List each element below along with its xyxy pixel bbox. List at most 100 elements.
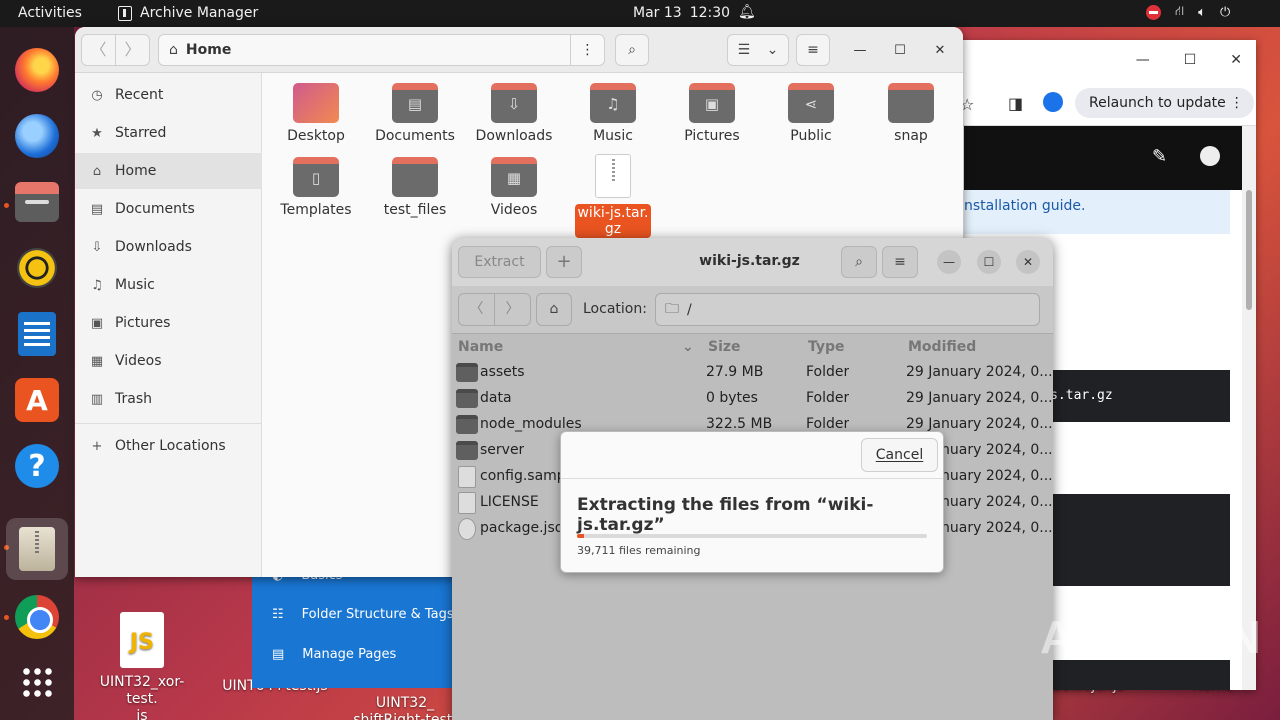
sidebar-item-other-locations[interactable]: + Other Locations xyxy=(75,428,262,464)
folder-pictures[interactable]: ▣ Pictures xyxy=(666,83,758,144)
sidebar-item-pictures[interactable]: ▣ Pictures xyxy=(75,305,262,341)
maximize-icon[interactable]: ☐ xyxy=(1184,52,1197,68)
search-button[interactable]: ⌕ xyxy=(841,246,877,278)
relaunch-to-update-button[interactable]: Relaunch to update xyxy=(1075,88,1254,118)
dock-archive-manager[interactable] xyxy=(6,518,68,580)
side-panel-icon[interactable]: ◨ xyxy=(1008,94,1023,113)
location-field[interactable]: 🗀︎ / xyxy=(655,293,1040,326)
view-toggle[interactable]: ☰ ⌄ xyxy=(727,34,789,66)
folder-music[interactable]: ♫ Music xyxy=(567,83,659,144)
dock-firefox[interactable] xyxy=(12,45,62,95)
wiki-nav-manage-pages[interactable]: ▤ Manage Pages xyxy=(272,647,396,662)
main-menu-button[interactable]: ≡ xyxy=(882,246,918,278)
folder-documents[interactable]: ▤ Documents xyxy=(369,83,461,144)
row-name: config.samp xyxy=(480,468,566,484)
wiki-nav-folder-structure[interactable]: ☷ Folder Structure & Tags xyxy=(272,607,454,622)
system-tray[interactable]: ⛙ 🔈︎ ⏻ xyxy=(1146,4,1230,21)
sidebar-item-music[interactable]: ♫ Music xyxy=(75,267,262,303)
sidebar-item-downloads[interactable]: ⇩ Downloads xyxy=(75,229,262,265)
maximize-button[interactable]: ☐ xyxy=(977,250,1001,274)
desktop-file-uint32-xor-test[interactable]: JS UINT32_xor-test. js xyxy=(86,612,198,720)
activities-button[interactable]: Activities xyxy=(18,5,82,21)
table-row[interactable]: data 0 bytes Folder 29 January 2024, 0..… xyxy=(452,386,1053,412)
folder-videos[interactable]: ▦ Videos xyxy=(468,157,560,218)
help-icon: ? xyxy=(15,444,59,488)
add-files-button[interactable]: + xyxy=(546,246,582,278)
profile-icon[interactable] xyxy=(1043,92,1063,112)
path-bar[interactable]: ⌂ Home ⋮ xyxy=(158,34,605,66)
close-button[interactable]: ✕ xyxy=(930,41,950,61)
search-button[interactable]: ⌕ xyxy=(615,34,649,66)
cancel-button[interactable]: Cancel xyxy=(861,438,938,472)
home-button[interactable]: ⌂ xyxy=(536,293,572,326)
wiki-nav-label: Manage Pages xyxy=(302,647,397,662)
sidebar-item-videos[interactable]: ▦ Videos xyxy=(75,343,262,379)
row-name: LICENSE xyxy=(480,494,539,510)
dock-rhythmbox[interactable] xyxy=(12,243,62,293)
chevron-down-icon: ⌄ xyxy=(766,42,779,58)
sidebar-item-starred[interactable]: ★ Starred xyxy=(75,115,262,151)
edit-page-icon[interactable]: ✎ xyxy=(1152,146,1167,167)
table-row[interactable]: assets 27.9 MB Folder 29 January 2024, 0… xyxy=(452,360,1053,386)
row-size: 322.5 MB xyxy=(706,416,773,432)
power-icon[interactable]: ⏻ xyxy=(1220,5,1230,20)
column-name[interactable]: Name xyxy=(458,339,503,355)
downloads-folder-icon: ⇩ xyxy=(491,83,537,123)
volume-icon[interactable]: 🔈︎ xyxy=(1198,5,1206,20)
recording-stop-icon[interactable] xyxy=(1146,5,1161,20)
folder-public[interactable]: ⋖ Public xyxy=(765,83,857,144)
dock-app-center[interactable]: A xyxy=(12,375,62,425)
close-icon[interactable]: ✕ xyxy=(1230,52,1242,68)
show-apps-icon xyxy=(21,666,53,698)
folder-label: Desktop xyxy=(287,128,345,144)
sort-chevron-icon[interactable]: ⌄ xyxy=(682,339,694,355)
back-button[interactable]: 〈 xyxy=(82,35,116,65)
trash-icon: ▥ xyxy=(90,391,104,407)
account-icon[interactable] xyxy=(1200,146,1220,166)
folder-templates[interactable]: ▯ Templates xyxy=(270,157,362,218)
chrome-scrollbar[interactable] xyxy=(1242,126,1256,690)
path-menu-button[interactable]: ⋮ xyxy=(570,35,604,65)
extract-button[interactable]: Extract xyxy=(458,246,541,278)
sidebar-item-recent[interactable]: ◷ Recent xyxy=(75,77,262,113)
network-icon[interactable]: ⛙ xyxy=(1175,4,1184,21)
notification-bell-icon[interactable]: 🔔︎ xyxy=(738,4,756,20)
main-menu-button[interactable]: ≡ xyxy=(796,34,830,66)
back-button[interactable]: 〈 xyxy=(459,294,495,325)
sidebar-item-trash[interactable]: ▥ Trash xyxy=(75,381,262,417)
row-modified: 29 January 2024, 0... xyxy=(906,416,1053,432)
folder-test-files[interactable]: test_files xyxy=(369,157,461,218)
minimize-button[interactable]: — xyxy=(937,250,961,274)
download-icon: ⇩ xyxy=(91,239,103,255)
wiki-nav-panel: ◐ Basics ☷ Folder Structure & Tags ▤ Man… xyxy=(252,560,457,688)
maximize-button[interactable]: ☐ xyxy=(890,41,910,61)
desktop-folder-icon xyxy=(293,83,339,123)
column-modified[interactable]: Modified xyxy=(908,339,976,355)
column-size[interactable]: Size xyxy=(708,339,741,355)
minimize-button[interactable]: — xyxy=(850,41,870,61)
forward-button[interactable]: 〉 xyxy=(495,294,530,325)
dock-help[interactable]: ? xyxy=(12,441,62,491)
dock-chrome[interactable] xyxy=(12,592,62,642)
column-type[interactable]: Type xyxy=(808,339,845,355)
history-nav: 〈 〉 xyxy=(458,293,531,326)
location-bar: 〈 〉 ⌂ Location: 🗀︎ / xyxy=(452,286,1053,334)
sidebar-item-label: Home xyxy=(115,163,157,179)
file-wiki-js-tar-gz[interactable]: wiki-js.tar. gz xyxy=(567,154,659,238)
close-button[interactable]: ✕ xyxy=(1016,250,1040,274)
folder-downloads[interactable]: ⇩ Downloads xyxy=(468,83,560,144)
sidebar-item-documents[interactable]: ▤ Documents xyxy=(75,191,262,227)
dock-writer[interactable] xyxy=(12,309,62,359)
row-name: server xyxy=(480,442,525,458)
dock-thunderbird[interactable] xyxy=(12,111,62,161)
thunderbird-icon xyxy=(15,114,59,158)
forward-button[interactable]: 〉 xyxy=(116,35,149,65)
dock-show-apps[interactable] xyxy=(12,657,62,707)
app-menu[interactable]: Archive Manager xyxy=(118,5,258,21)
dock-files[interactable] xyxy=(12,177,62,227)
sidebar-item-home[interactable]: ⌂ Home xyxy=(75,153,262,189)
folder-desktop[interactable]: Desktop xyxy=(270,83,362,144)
minimize-icon[interactable]: — xyxy=(1136,52,1150,68)
clock[interactable]: Mar 13 12:30 xyxy=(633,5,730,21)
folder-snap[interactable]: snap xyxy=(865,83,957,144)
